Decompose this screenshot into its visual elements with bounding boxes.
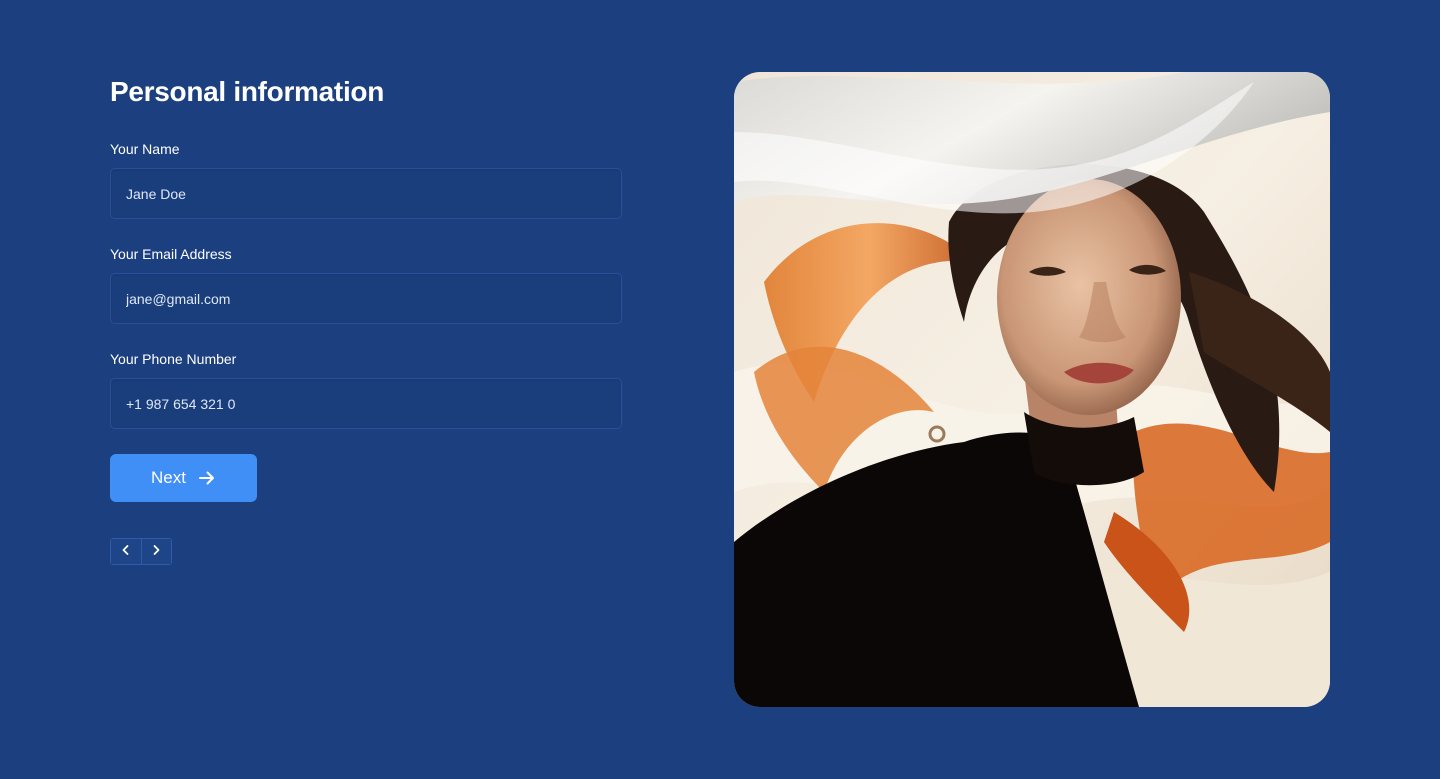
name-input[interactable]: [110, 168, 622, 219]
email-label: Your Email Address: [110, 246, 232, 262]
page-title: Personal information: [110, 76, 385, 107]
forward-button[interactable]: [140, 539, 171, 564]
email-input[interactable]: [110, 273, 622, 324]
next-button-label: Next: [151, 468, 186, 487]
phone-label: Your Phone Number: [110, 351, 237, 367]
chevron-left-icon: [120, 543, 132, 561]
personal-info-form: Personal information Your Name Your Emai…: [110, 74, 622, 565]
name-label: Your Name: [110, 141, 180, 157]
phone-field-group: Your Phone Number: [110, 350, 622, 429]
previous-button[interactable]: [111, 539, 141, 564]
pagination-control: [110, 538, 172, 565]
email-field-group: Your Email Address: [110, 245, 622, 324]
chevron-right-icon: [150, 543, 162, 561]
arrow-right-icon: [198, 469, 216, 487]
next-button[interactable]: Next: [110, 454, 257, 502]
portrait-photo: [734, 72, 1330, 707]
name-field-group: Your Name: [110, 140, 622, 219]
phone-input[interactable]: [110, 378, 622, 429]
